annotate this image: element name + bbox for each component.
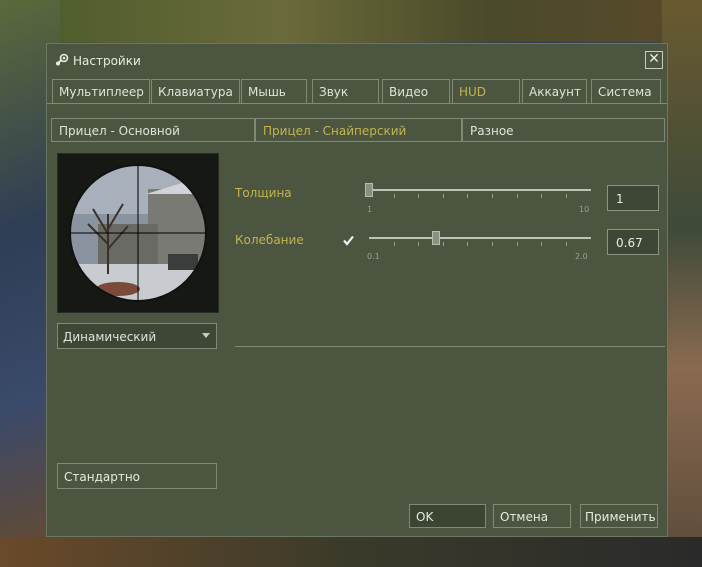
subtab-misc[interactable]: Разное bbox=[462, 118, 665, 142]
tab-sound[interactable]: Звук bbox=[312, 79, 379, 103]
sway-tick bbox=[541, 242, 542, 246]
sway-tick bbox=[394, 242, 395, 246]
title-bar[interactable]: Настройки ✕ bbox=[47, 44, 667, 74]
sway-tick bbox=[418, 242, 419, 246]
chevron-down-icon bbox=[202, 333, 210, 338]
steam-icon bbox=[56, 53, 69, 66]
thickness-tick bbox=[394, 194, 395, 198]
sway-tick bbox=[492, 242, 493, 246]
thickness-tick bbox=[517, 194, 518, 198]
sway-tick bbox=[566, 242, 567, 246]
sway-tick bbox=[443, 242, 444, 246]
sway-max-label: 2.0 bbox=[575, 252, 588, 261]
sway-tick bbox=[517, 242, 518, 246]
settings-dialog: Настройки ✕ Мультиплеер Клавиатура Мышь … bbox=[46, 43, 668, 537]
thickness-tick bbox=[467, 194, 468, 198]
background-right bbox=[662, 0, 702, 567]
thickness-label: Толщина bbox=[235, 186, 292, 200]
cancel-button[interactable]: Отмена bbox=[493, 504, 571, 528]
thickness-tick bbox=[566, 194, 567, 198]
thickness-max-label: 10 bbox=[579, 205, 590, 214]
thickness-tick bbox=[541, 194, 542, 198]
apply-button[interactable]: Применить bbox=[580, 504, 658, 528]
tab-keyboard[interactable]: Клавиатура bbox=[151, 79, 240, 103]
tab-hud[interactable]: HUD bbox=[452, 79, 520, 103]
sway-value-field[interactable]: 0.67 bbox=[607, 229, 659, 255]
close-button[interactable]: ✕ bbox=[645, 51, 663, 69]
thickness-tick bbox=[418, 194, 419, 198]
background-bottom bbox=[0, 537, 702, 567]
thickness-value-field[interactable]: 1 bbox=[607, 185, 659, 211]
section-divider bbox=[235, 346, 665, 347]
crosshair-style-value: Динамический bbox=[63, 330, 157, 344]
thickness-slider-thumb[interactable] bbox=[365, 183, 373, 197]
thickness-slider-track[interactable] bbox=[369, 189, 591, 191]
tab-system[interactable]: Система bbox=[591, 79, 661, 103]
tab-divider bbox=[47, 103, 667, 104]
reset-default-button[interactable]: Стандартно bbox=[57, 463, 217, 489]
tab-video[interactable]: Видео bbox=[382, 79, 450, 103]
sway-min-label: 0.1 bbox=[367, 252, 380, 261]
background-top bbox=[0, 0, 702, 42]
subtab-crosshair-main[interactable]: Прицел - Основной bbox=[51, 118, 255, 142]
sway-slider-thumb[interactable] bbox=[431, 231, 440, 245]
scope-preview-image bbox=[57, 153, 219, 313]
thickness-tick bbox=[492, 194, 493, 198]
subtab-crosshair-sniper[interactable]: Прицел - Снайперский bbox=[255, 118, 462, 142]
tab-mouse[interactable]: Мышь bbox=[241, 79, 307, 103]
crosshair-style-dropdown[interactable]: Динамический bbox=[57, 323, 217, 349]
sway-tick bbox=[467, 242, 468, 246]
sway-slider-track[interactable] bbox=[369, 237, 591, 239]
ok-button[interactable]: OK bbox=[409, 504, 486, 528]
thickness-min-label: 1 bbox=[367, 205, 373, 214]
thickness-tick bbox=[443, 194, 444, 198]
tab-account[interactable]: Аккаунт bbox=[522, 79, 587, 103]
tab-multiplayer[interactable]: Мультиплеер bbox=[52, 79, 150, 103]
sway-checkbox[interactable] bbox=[342, 234, 355, 247]
window-title: Настройки bbox=[73, 54, 141, 68]
sway-label: Колебание bbox=[235, 233, 304, 247]
